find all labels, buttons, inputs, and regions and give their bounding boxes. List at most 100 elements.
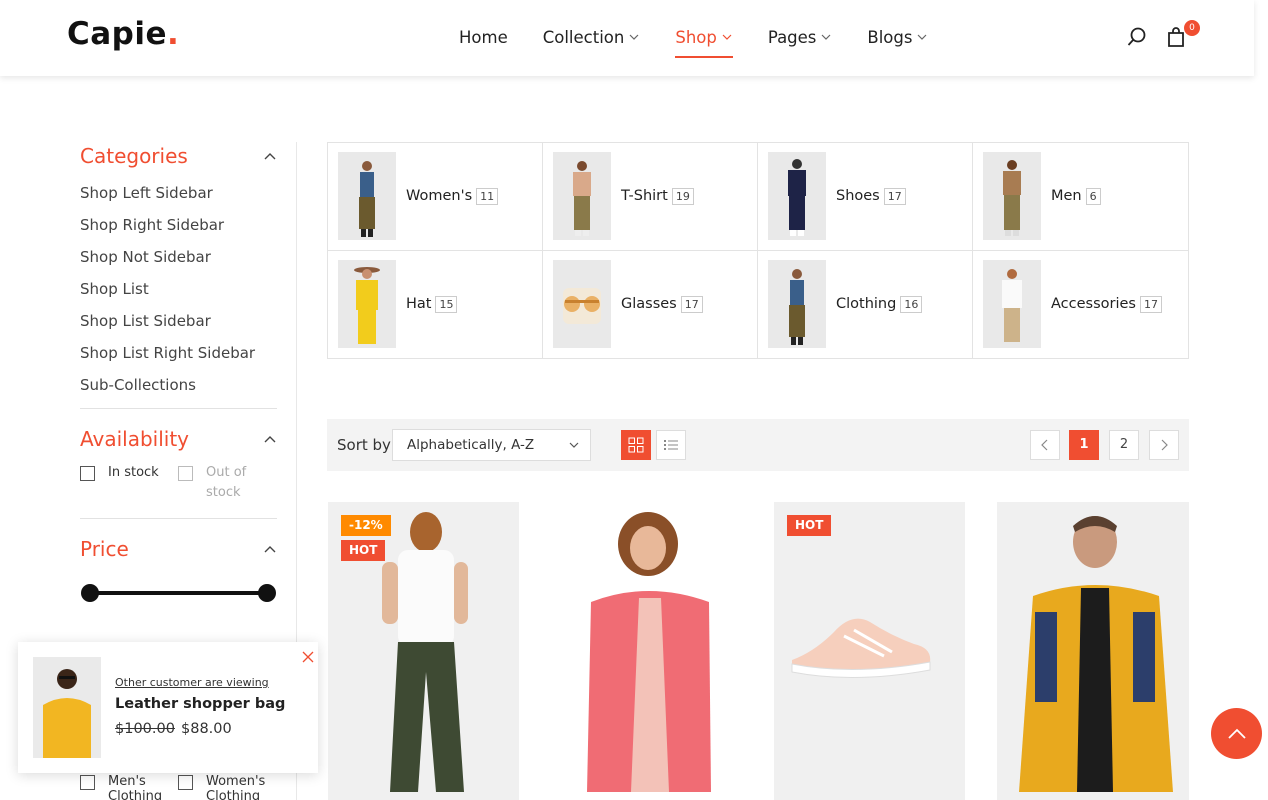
category-link[interactable]: Shop Right Sidebar [80,214,277,246]
category-image[interactable] [983,152,1041,241]
chevron-right-icon [1161,439,1168,451]
availability-title: Availability [80,427,190,451]
product-card[interactable]: HOT [774,502,965,800]
category-image[interactable] [768,260,826,349]
category-image[interactable] [983,260,1041,349]
main-nav: Home Collection Shop Pages Blogs [459,26,963,58]
categories-title: Categories [80,144,188,168]
nav-pages[interactable]: Pages [768,26,833,48]
out-of-stock-checkbox[interactable]: Out of stock [178,465,276,503]
mens-clothing-checkbox[interactable]: Men's Clothing [80,774,178,800]
category-card[interactable]: T-Shirt 19 [543,143,758,251]
nav-collection[interactable]: Collection [543,26,641,48]
categories-header[interactable]: Categories [80,142,277,170]
nav-home[interactable]: Home [459,26,508,48]
site-header: Capie. Home Collection Shop Pages Blogs … [0,0,1254,76]
category-name[interactable]: Men [1051,188,1082,204]
category-card[interactable]: Shoes 17 [758,143,973,251]
category-count: 15 [435,295,458,313]
sort-select[interactable]: Alphabetically, A-Z [392,429,591,461]
availability-header[interactable]: Availability [80,425,277,453]
category-image[interactable] [553,260,611,349]
logo[interactable]: Capie. [67,16,179,52]
slider-max-handle[interactable] [258,584,276,602]
product-card[interactable] [997,502,1189,800]
category-name[interactable]: Clothing [836,296,896,312]
category-image[interactable] [553,152,611,241]
category-count: 17 [680,295,703,313]
category-card[interactable]: Women's 11 [328,143,543,251]
category-card[interactable]: Clothing 16 [758,250,973,358]
category-name[interactable]: Women's [406,188,472,204]
category-card[interactable]: Hat 15 [328,250,543,358]
page-1-button[interactable]: 1 [1069,430,1099,460]
nav-shop[interactable]: Shop [675,26,733,58]
category-name[interactable]: Glasses [621,296,677,312]
popup-new-price: $88.00 [181,721,232,737]
divider [80,408,277,409]
chevron-down-icon [569,442,579,448]
price-header[interactable]: Price [80,535,277,563]
chevron-up-icon [1227,728,1246,739]
discount-badge: -12% [341,515,391,536]
popup-product-name[interactable]: Leather shopper bag [115,696,285,712]
list-view-button[interactable] [656,430,686,460]
page-2-button[interactable]: 2 [1109,430,1139,460]
chevron-up-icon[interactable] [263,542,277,556]
category-name[interactable]: Shoes [836,188,880,204]
popup-product-image[interactable] [33,657,101,758]
category-link[interactable]: Sub-Collections [80,374,277,406]
chevron-left-icon [1041,439,1048,451]
product-card[interactable] [551,502,742,800]
category-card[interactable]: Glasses 17 [543,250,758,358]
chevron-down-icon [821,34,831,40]
product-card[interactable]: -12% HOT [328,502,519,800]
type-options: Men's Clothing Women's Clothing [80,774,276,800]
slider-min-handle[interactable] [81,584,99,602]
category-name[interactable]: Hat [406,296,431,312]
chevron-up-icon[interactable] [263,432,277,446]
checkbox-box[interactable] [80,775,95,790]
category-count: 17 [883,187,906,205]
category-image[interactable] [338,152,396,241]
category-card[interactable]: Men 6 [973,143,1188,251]
shop-toolbar: Sort by Alphabetically, A-Z 1 2 [327,419,1189,471]
checkbox-box[interactable] [178,775,193,790]
product-image[interactable] [551,502,742,800]
category-image[interactable] [338,260,396,349]
category-link[interactable]: Shop Not Sidebar [80,246,277,278]
category-link[interactable]: Shop List Right Sidebar [80,342,277,374]
chevron-down-icon [629,34,639,40]
prev-page-button[interactable] [1030,430,1060,460]
search-icon[interactable] [1126,26,1148,48]
womens-clothing-checkbox[interactable]: Women's Clothing [178,774,276,800]
category-link[interactable]: Shop List Sidebar [80,310,277,342]
categories-list: Shop Left Sidebar Shop Right Sidebar Sho… [80,182,277,406]
sort-label: Sort by [337,436,391,454]
chevron-up-icon[interactable] [263,149,277,163]
product-image[interactable] [997,502,1189,800]
grid-view-button[interactable] [621,430,651,460]
checkbox-box[interactable] [178,466,193,481]
category-name[interactable]: Accessories [1051,296,1136,312]
category-link[interactable]: Shop List [80,278,277,310]
category-name[interactable]: T-Shirt [621,188,668,204]
in-stock-checkbox[interactable]: In stock [80,465,178,503]
nav-blogs[interactable]: Blogs [867,26,928,48]
category-image[interactable] [768,152,826,241]
category-link[interactable]: Shop Left Sidebar [80,182,277,214]
filter-sidebar: Categories Shop Left Sidebar Shop Right … [80,142,277,603]
scroll-to-top-button[interactable] [1211,708,1262,759]
chevron-down-icon [722,34,732,40]
hot-badge: HOT [787,515,832,536]
category-card[interactable]: Accessories 17 [973,251,1188,359]
availability-options: In stock Out of stock [80,465,277,503]
price-title: Price [80,537,129,561]
category-count: 16 [900,295,923,313]
category-grid: Women's 11 T-Shirt 19 Shoes 17 Men 6 Hat 15 G… [327,142,1189,359]
price-range-slider[interactable] [80,583,277,603]
checkbox-box[interactable] [80,466,95,481]
close-icon[interactable] [301,650,315,664]
next-page-button[interactable] [1149,430,1179,460]
product-image[interactable] [774,502,965,800]
